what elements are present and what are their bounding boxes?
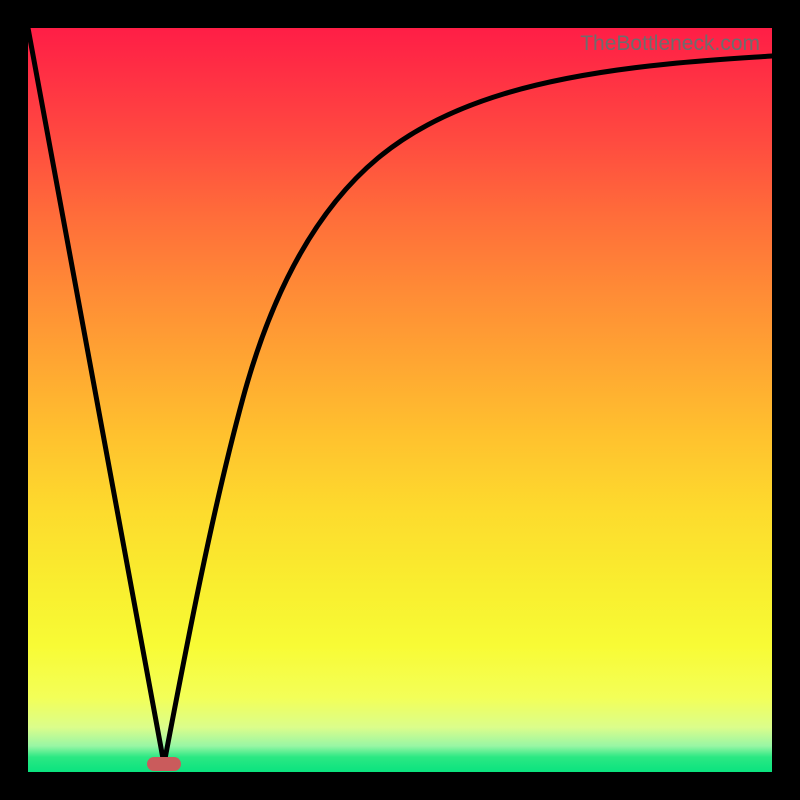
watermark-text: TheBottleneck.com <box>580 32 760 56</box>
chart-root: TheBottleneck.com <box>0 0 800 800</box>
left-branch-line <box>28 28 164 764</box>
plot-area: TheBottleneck.com <box>28 28 772 772</box>
curve-layer <box>28 28 772 772</box>
vertex-marker <box>147 757 181 771</box>
right-branch-curve <box>164 56 772 764</box>
